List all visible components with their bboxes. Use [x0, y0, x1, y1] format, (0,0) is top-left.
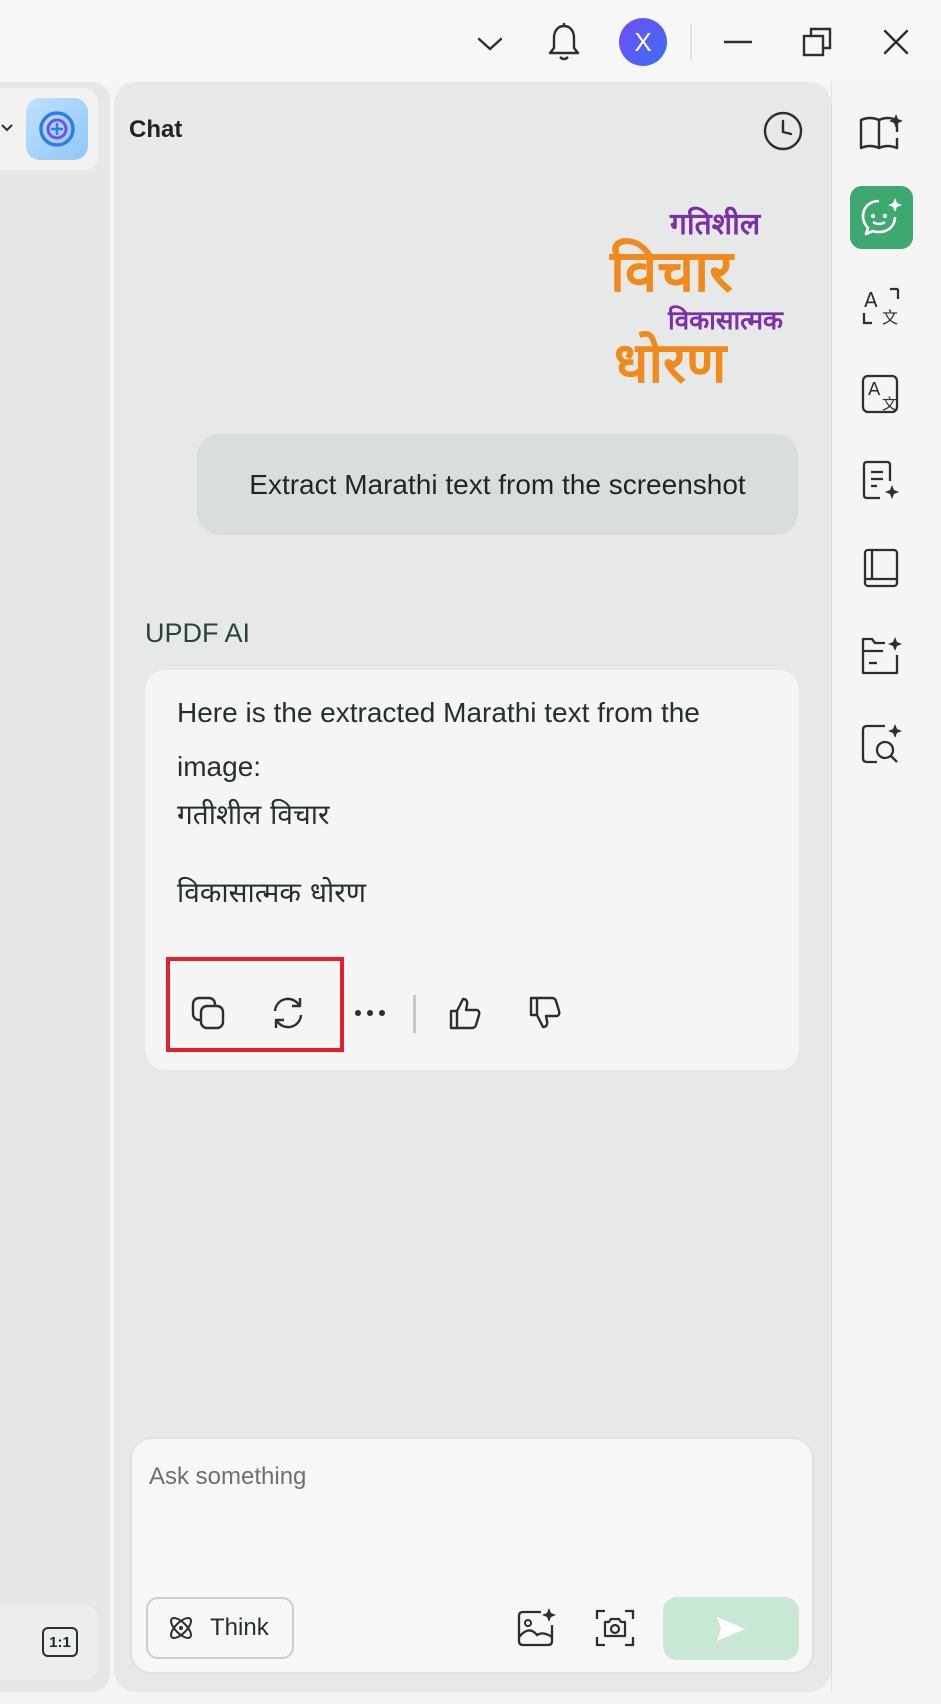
send-button[interactable]: [663, 1597, 799, 1660]
svg-text:文: 文: [882, 308, 898, 327]
history-clock-icon[interactable]: [758, 106, 808, 156]
translate-box-icon[interactable]: A文: [855, 368, 907, 420]
atom-icon: [166, 1613, 196, 1643]
restore-icon[interactable]: [795, 22, 839, 62]
action-divider: [413, 995, 416, 1033]
thumbs-down-icon[interactable]: [523, 991, 567, 1035]
think-button[interactable]: Think: [146, 1597, 294, 1659]
user-attached-image: गतिशील विचार विकासात्मक धोरण: [600, 200, 800, 400]
ratio-label: 1:1: [49, 1633, 71, 1651]
chat-input[interactable]: [147, 1456, 791, 1498]
avatar-letter: X: [634, 26, 652, 57]
bell-icon[interactable]: [542, 18, 586, 66]
thumbs-up-icon[interactable]: [443, 991, 487, 1035]
search-ai-icon[interactable]: [855, 718, 907, 770]
chevron-down-icon[interactable]: [0, 118, 14, 138]
ratio-button[interactable]: 1:1: [42, 1627, 78, 1657]
svg-text:A: A: [864, 288, 878, 312]
more-icon[interactable]: [350, 996, 390, 1030]
right-toolbar-divider: [831, 82, 832, 1692]
chat-title: Chat: [129, 116, 183, 143]
ai-response-line: Here is the extracted Marathi text from …: [177, 697, 700, 728]
folder-ai-icon[interactable]: [855, 630, 907, 682]
updf-ai-logo[interactable]: [26, 98, 88, 160]
send-icon: [715, 1615, 747, 1643]
svg-text:A: A: [868, 379, 881, 400]
screenshot-camera-icon[interactable]: [591, 1604, 639, 1652]
chat-ai-icon[interactable]: [855, 191, 907, 243]
translate-icon[interactable]: A文: [855, 280, 907, 332]
ai-response-line: image:: [177, 751, 262, 782]
svg-text:文: 文: [882, 395, 897, 413]
image-text-line: धोरण: [614, 331, 727, 396]
user-message-text: Extract Marathi text from the screenshot: [249, 468, 746, 500]
notebook-icon[interactable]: [855, 542, 907, 594]
highlight-box: [166, 957, 344, 1052]
ai-response-marathi-line: विकासात्मक धोरण: [177, 876, 366, 909]
ai-sender-label: UPDF AI: [145, 618, 251, 648]
image-text-line: विचार: [610, 237, 733, 305]
chevron-down-icon[interactable]: [470, 24, 510, 64]
titlebar-divider: [690, 24, 692, 60]
book-ai-icon[interactable]: [855, 106, 907, 158]
image-ai-icon[interactable]: [512, 1604, 560, 1652]
minimize-icon[interactable]: [716, 22, 760, 62]
think-label: Think: [210, 1614, 269, 1641]
image-text-line: गतिशील: [670, 207, 761, 242]
summarize-icon[interactable]: [855, 455, 907, 507]
ai-response-marathi-line: गतीशील विचार: [177, 798, 330, 831]
close-icon[interactable]: [874, 22, 918, 62]
user-message-bubble: Extract Marathi text from the screenshot: [197, 434, 798, 535]
left-panel: [0, 82, 110, 1692]
avatar[interactable]: X: [619, 18, 667, 66]
